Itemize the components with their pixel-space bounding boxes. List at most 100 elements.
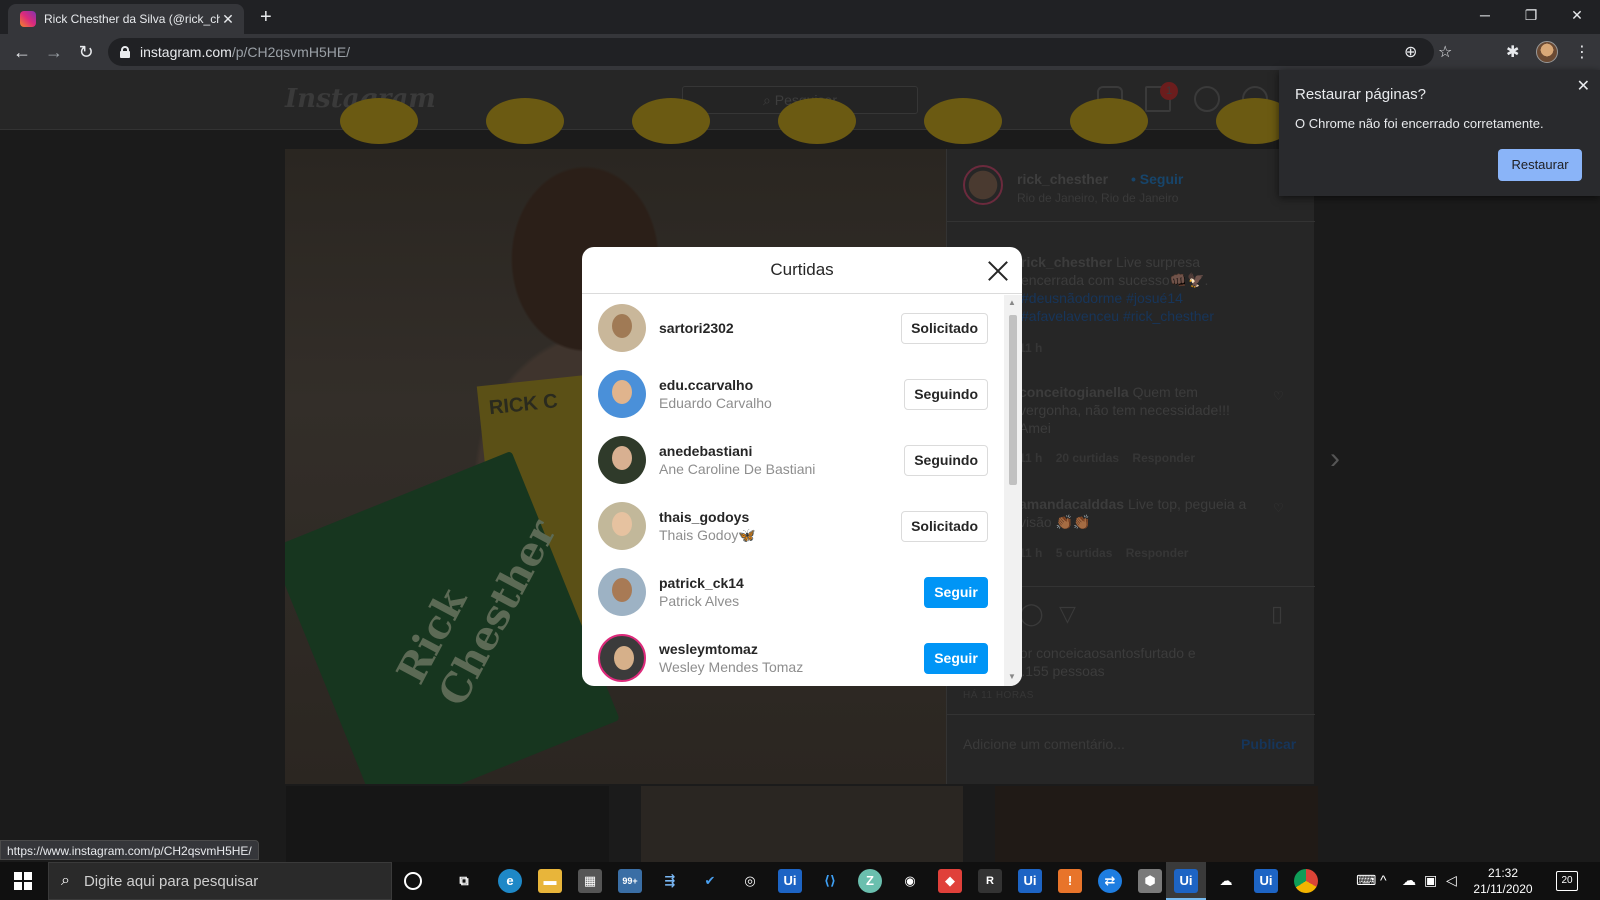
- azure-data-studio-icon[interactable]: ⇶: [658, 869, 682, 893]
- author-username[interactable]: rick_chesther: [1017, 171, 1108, 187]
- minimize-icon[interactable]: ─: [1462, 4, 1508, 26]
- user-avatar[interactable]: [598, 502, 646, 550]
- comment-likes[interactable]: 20 curtidas: [1056, 451, 1119, 465]
- grid-thumbnail[interactable]: [995, 786, 1318, 862]
- follow-link[interactable]: • Seguir: [1131, 171, 1183, 187]
- comment-username[interactable]: conceitogianella: [1019, 384, 1129, 400]
- next-post-chevron-icon[interactable]: ›: [1330, 442, 1340, 476]
- comment-like-icon[interactable]: ♡: [1273, 501, 1284, 515]
- follow-status-button[interactable]: Seguindo: [904, 444, 988, 476]
- username[interactable]: wesleymtomaz: [659, 641, 924, 657]
- mail-icon[interactable]: 99+: [618, 869, 642, 893]
- restore-window-icon[interactable]: ❐: [1508, 4, 1554, 26]
- close-window-icon[interactable]: ✕: [1554, 4, 1600, 26]
- comment-likes[interactable]: 5 curtidas: [1056, 546, 1113, 560]
- follow-status-button[interactable]: Solicitado: [901, 312, 988, 344]
- story-item[interactable]: [924, 98, 1002, 144]
- user-avatar[interactable]: [598, 436, 646, 484]
- publish-button[interactable]: Publicar: [1241, 736, 1296, 752]
- username[interactable]: thais_godoys: [659, 509, 901, 525]
- lock-icon[interactable]: [120, 46, 130, 58]
- user-avatar[interactable]: [598, 370, 646, 418]
- scroll-down-arrow-icon[interactable]: ▼: [1008, 672, 1016, 681]
- forward-icon[interactable]: →: [42, 40, 66, 64]
- username[interactable]: edu.ccarvalho: [659, 377, 904, 393]
- story-item[interactable]: [486, 98, 564, 144]
- follow-button[interactable]: Seguir: [924, 642, 988, 674]
- comment-icon[interactable]: ◯: [1019, 601, 1044, 627]
- chevron-up-icon[interactable]: ^: [1380, 872, 1387, 888]
- caption-username[interactable]: rick_chesther: [1021, 254, 1112, 270]
- app-icon[interactable]: ◎: [738, 869, 762, 893]
- app-icon[interactable]: !: [1058, 869, 1082, 893]
- notifications-icon[interactable]: 20: [1556, 871, 1578, 891]
- reply-link[interactable]: Responder: [1132, 451, 1195, 465]
- uipath-icon[interactable]: Ui: [1254, 869, 1278, 893]
- app-icon[interactable]: ◉: [898, 869, 922, 893]
- volume-icon[interactable]: ◁: [1446, 872, 1457, 889]
- store-icon[interactable]: ▦: [578, 869, 602, 893]
- uipath-icon[interactable]: Ui: [778, 869, 802, 893]
- taskbar-search[interactable]: ⌕ Digite aqui para pesquisar: [48, 862, 392, 900]
- save-bookmark-icon[interactable]: ▯: [1271, 601, 1283, 627]
- zoom-icon[interactable]: ⊕: [1404, 42, 1417, 62]
- app-icon[interactable]: ⬢: [1138, 869, 1162, 893]
- caption-hashtags[interactable]: #afavelavenceu #rick_chesther: [1021, 308, 1214, 324]
- story-item[interactable]: [632, 98, 710, 144]
- bookmark-star-icon[interactable]: ☆: [1438, 42, 1452, 62]
- scroll-up-arrow-icon[interactable]: ▲: [1008, 298, 1016, 307]
- chrome-icon[interactable]: [1294, 869, 1318, 893]
- network-icon[interactable]: ▣: [1424, 872, 1437, 889]
- tab-instagram[interactable]: Rick Chesther da Silva (@rick_che ✕: [8, 4, 244, 34]
- zoom-app-icon[interactable]: Z: [858, 869, 882, 893]
- anydesk-icon[interactable]: ◆: [938, 869, 962, 893]
- follow-status-button[interactable]: Solicitado: [901, 510, 988, 542]
- follow-button[interactable]: Seguir: [924, 576, 988, 608]
- comment-username[interactable]: amandacalddas: [1019, 496, 1124, 512]
- comment-like-icon[interactable]: ♡: [1273, 389, 1284, 403]
- close-icon[interactable]: ✕: [1577, 76, 1590, 96]
- caption-hashtags[interactable]: #deusnãodorme #josué14: [1021, 290, 1183, 306]
- vscode-icon[interactable]: ⟨⟩: [818, 869, 842, 893]
- uipath-icon[interactable]: Ui: [1174, 869, 1198, 893]
- todo-icon[interactable]: ✔: [698, 869, 722, 893]
- menu-kebab-icon[interactable]: ⋮: [1574, 42, 1590, 62]
- grid-thumbnail[interactable]: [641, 786, 963, 862]
- close-tab-icon[interactable]: ✕: [220, 11, 236, 28]
- onedrive-icon[interactable]: ☁: [1402, 872, 1416, 889]
- keyboard-icon[interactable]: ⌨: [1356, 872, 1376, 889]
- grid-thumbnail[interactable]: [286, 786, 609, 862]
- user-avatar[interactable]: [598, 304, 646, 352]
- windows-start-icon[interactable]: [14, 872, 32, 890]
- restore-button[interactable]: Restaurar: [1498, 149, 1582, 181]
- app-icon[interactable]: ☁: [1214, 869, 1238, 893]
- explore-icon[interactable]: [1194, 86, 1220, 112]
- modal-scrollbar[interactable]: ▲ ▼: [1004, 295, 1022, 686]
- story-item[interactable]: [778, 98, 856, 144]
- story-item[interactable]: [1070, 98, 1148, 144]
- comment-input[interactable]: Adicione um comentário...: [963, 736, 1125, 752]
- teamviewer-icon[interactable]: ⇄: [1098, 869, 1122, 893]
- post-location[interactable]: Rio de Janeiro, Rio de Janeiro: [1017, 191, 1178, 205]
- cortana-icon[interactable]: [404, 872, 422, 890]
- taskbar-clock[interactable]: 21:32 21/11/2020: [1468, 865, 1538, 897]
- address-bar[interactable]: instagram.com/p/CH2qsvmH5HE/ ⊕ ☆: [108, 38, 1452, 66]
- author-avatar[interactable]: [963, 165, 1003, 205]
- scrollbar-thumb[interactable]: [1009, 315, 1017, 485]
- app-icon[interactable]: R: [978, 869, 1002, 893]
- username[interactable]: patrick_ck14: [659, 575, 924, 591]
- follow-status-button[interactable]: Seguindo: [904, 378, 988, 410]
- story-item[interactable]: [340, 98, 418, 144]
- reply-link[interactable]: Responder: [1126, 546, 1189, 560]
- new-tab-icon[interactable]: +: [260, 6, 272, 29]
- close-icon[interactable]: [986, 258, 1010, 282]
- username[interactable]: sartori2302: [659, 320, 901, 336]
- share-icon[interactable]: ▽: [1059, 601, 1076, 627]
- file-explorer-icon[interactable]: ▬: [538, 869, 562, 893]
- uipath-icon[interactable]: Ui: [1018, 869, 1042, 893]
- back-icon[interactable]: ←: [10, 40, 34, 64]
- profile-avatar[interactable]: [1536, 41, 1558, 63]
- edge-icon[interactable]: e: [498, 869, 522, 893]
- task-view-icon[interactable]: ⧉: [452, 869, 476, 893]
- user-avatar[interactable]: [598, 634, 646, 682]
